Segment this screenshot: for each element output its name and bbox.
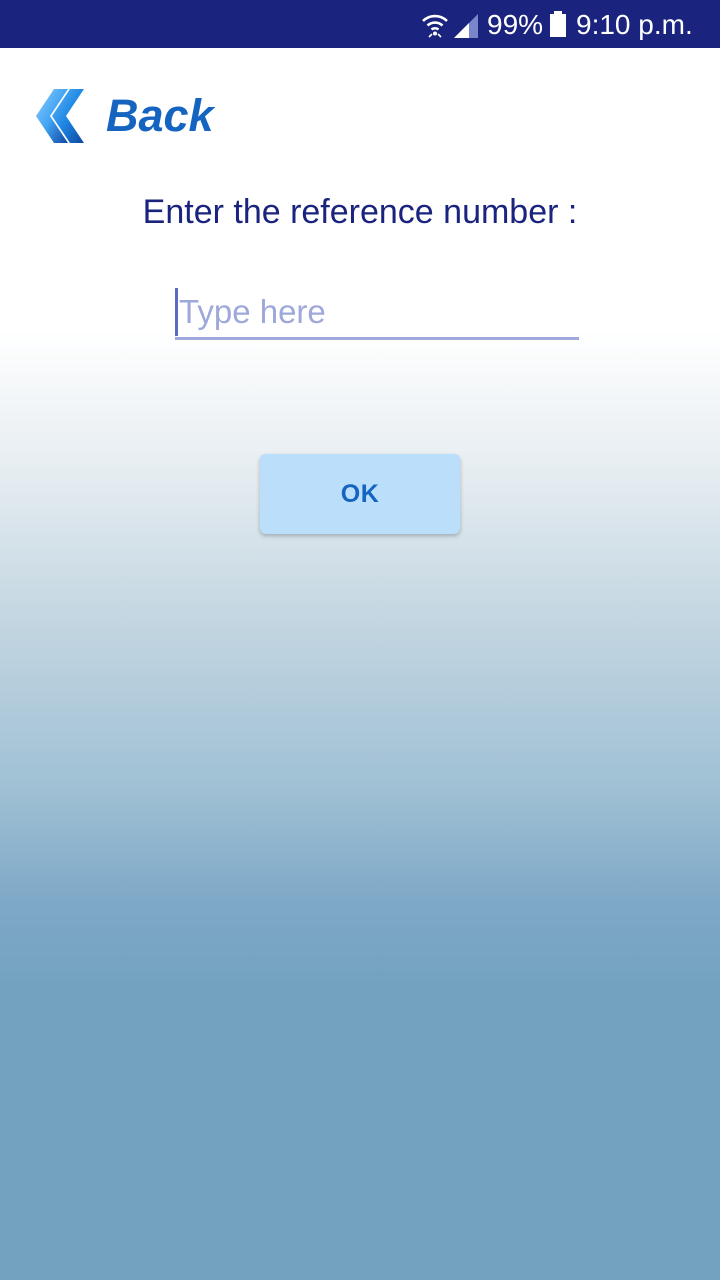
reference-prompt: Enter the reference number : — [142, 193, 578, 231]
battery-percentage: 99% — [487, 9, 544, 40]
reference-number-input[interactable] — [175, 286, 579, 340]
status-bar: 99% 9:10 p.m. — [0, 0, 720, 48]
status-time: 9:10 p.m. — [576, 9, 693, 40]
battery-icon — [550, 11, 566, 37]
double-chevron-left-icon — [36, 89, 84, 143]
text-cursor — [175, 288, 178, 336]
back-label: Back — [106, 90, 214, 141]
back-button[interactable]: Back — [34, 84, 214, 148]
ok-button[interactable]: OK — [260, 454, 460, 534]
app-screen: 99% 9:10 p.m. Back Enter the reference n… — [0, 0, 720, 1280]
signal-icon — [454, 14, 478, 38]
wifi-icon — [422, 14, 448, 38]
